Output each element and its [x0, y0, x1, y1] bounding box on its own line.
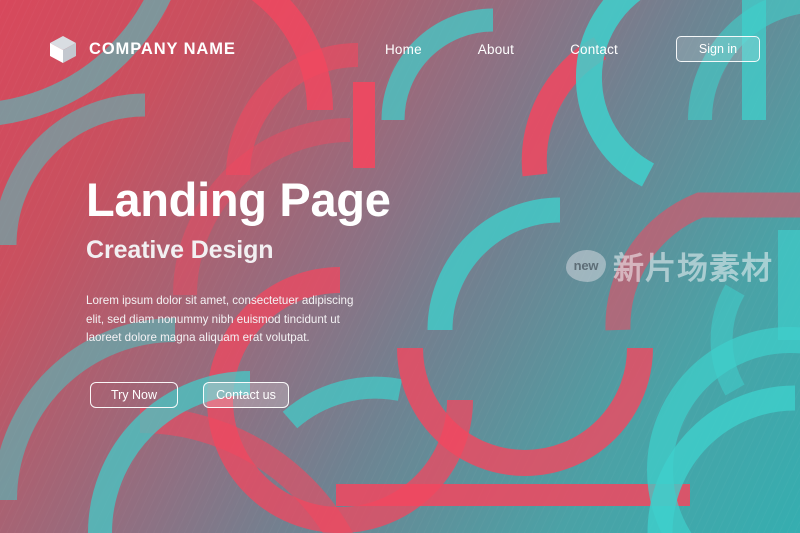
cta-row: Try Now Contact us — [90, 382, 289, 408]
watermark-label: 新片场素材 — [613, 251, 773, 286]
cube-icon — [48, 34, 78, 64]
site-header: COMPANY NAME Home About Contact Sign in — [48, 32, 760, 66]
brand[interactable]: COMPANY NAME — [48, 34, 236, 64]
contact-us-button[interactable]: Contact us — [203, 382, 289, 408]
new-badge-label: new — [573, 258, 599, 273]
brand-name: COMPANY NAME — [89, 39, 236, 58]
badge-blob — [566, 249, 606, 282]
page-subtitle: Creative Design — [86, 235, 274, 264]
stock-watermark: new 新片场素材 — [566, 243, 773, 288]
page-title: Landing Page — [86, 173, 391, 226]
main-nav: Home About Contact Sign in — [385, 36, 760, 62]
nav-item-home[interactable]: Home — [385, 42, 422, 57]
landing-page: COMPANY NAME Home About Contact Sign in … — [0, 0, 800, 533]
hero-description: Lorem ipsum dolor sit amet, consectetuer… — [86, 293, 354, 345]
nav-item-about[interactable]: About — [478, 42, 514, 57]
sign-in-button[interactable]: Sign in — [676, 36, 760, 62]
hero-section: Landing Page Creative Design Lorem ipsum… — [86, 173, 486, 348]
new-badge-icon: new — [566, 249, 606, 282]
nav-item-contact[interactable]: Contact — [570, 42, 618, 57]
page-content: COMPANY NAME Home About Contact Sign in … — [0, 0, 800, 533]
try-now-button[interactable]: Try Now — [90, 382, 178, 408]
